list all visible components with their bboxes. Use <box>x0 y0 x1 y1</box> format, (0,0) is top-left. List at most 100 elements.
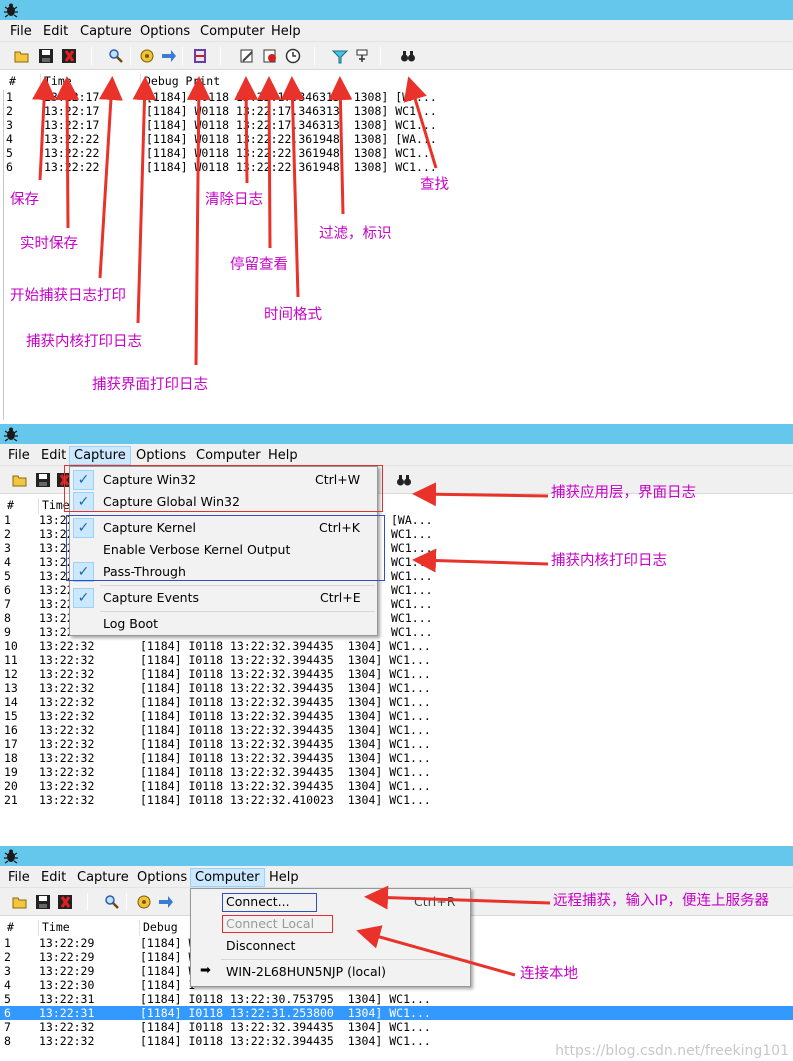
menu-bar: File Edit Capture Options Computer Help <box>0 20 793 42</box>
menu-computer[interactable]: Computer <box>191 446 266 465</box>
menu-bar: File Edit Capture Options Computer Help <box>0 444 793 466</box>
row-number: 2 <box>4 527 11 541</box>
menu-edit[interactable]: Edit <box>36 868 71 887</box>
log-row[interactable]: 4 13:22:22 [1184] W0118 13:22:22.361948 13… <box>0 132 793 146</box>
pause-view-icon[interactable] <box>262 48 278 64</box>
row-debug-text: WC1... <box>391 597 433 611</box>
log-row[interactable]: 20 13:22:32 [1184] I0118 13:22:32.394435 1… <box>0 779 793 793</box>
log-row[interactable]: 12 13:22:32 [1184] I0118 13:22:32.394435 1… <box>0 667 793 681</box>
capture-ui-icon[interactable] <box>192 48 208 64</box>
realtime-save-icon[interactable] <box>61 48 77 64</box>
menu-item-capture-events[interactable]: ✓ Capture Events Ctrl+E <box>70 587 377 609</box>
row-time: 13:22:17 <box>44 90 100 104</box>
col-num[interactable]: # <box>4 920 14 936</box>
menu-help[interactable]: Help <box>266 22 306 41</box>
log-row[interactable]: 21 13:22:32 [1184] I0118 13:22:32.410023 1… <box>0 793 793 807</box>
save-icon[interactable] <box>35 894 51 910</box>
log-list: 1 13:22:17 [1184] W0118 13:22:17.346313 13… <box>0 90 793 174</box>
log-row[interactable]: 7 13:22:32 [1184] I0118 13:22:32.394435 13… <box>0 1020 793 1034</box>
log-row[interactable]: 14 13:22:32 [1184] I0118 13:22:32.394435 1… <box>0 695 793 709</box>
log-row[interactable]: 17 13:22:32 [1184] I0118 13:22:32.394435 1… <box>0 737 793 751</box>
filter-icon[interactable] <box>332 48 348 64</box>
magnifier-icon[interactable] <box>108 48 124 64</box>
row-number: 4 <box>4 555 11 569</box>
row-debug-text: [1184] W0118 13:22:22.361948 1308] WC1..… <box>146 160 437 174</box>
menu-options[interactable]: Options <box>132 868 192 887</box>
row-debug-text: [1184] I0118 13:22:32.410023 1304] WC1..… <box>140 793 431 807</box>
arrow-right-icon[interactable] <box>158 894 174 910</box>
arrow-right-icon[interactable] <box>161 48 177 64</box>
menu-help[interactable]: Help <box>263 446 303 465</box>
log-row[interactable]: 15 13:22:32 [1184] I0118 13:22:32.394435 1… <box>0 709 793 723</box>
col-num[interactable]: # <box>6 74 16 90</box>
row-number: 14 <box>4 695 18 709</box>
log-row[interactable]: 1 13:22:17 [1184] W0118 13:22:17.346313 13… <box>0 90 793 104</box>
toolbar <box>0 42 793 70</box>
menu-file[interactable]: File <box>3 868 35 887</box>
row-number: 6 <box>6 160 13 174</box>
magnifier-icon[interactable] <box>104 894 120 910</box>
title-bar <box>0 846 793 866</box>
menu-options[interactable]: Options <box>131 446 191 465</box>
log-row[interactable]: 11 13:22:32 [1184] I0118 13:22:32.394435 1… <box>0 653 793 667</box>
menu-item-disconnect[interactable]: Disconnect <box>191 935 470 957</box>
log-row[interactable]: 2 13:22:17 [1184] W0118 13:22:17.346313 13… <box>0 104 793 118</box>
binoculars-icon[interactable] <box>396 472 412 488</box>
log-row[interactable]: 18 13:22:32 [1184] I0118 13:22:32.394435 1… <box>0 751 793 765</box>
row-number: 1 <box>6 90 13 104</box>
row-number: 13 <box>4 681 18 695</box>
open-folder-icon[interactable] <box>12 894 28 910</box>
menu-capture[interactable]: Capture <box>69 446 131 465</box>
menu-capture[interactable]: Capture <box>72 868 134 887</box>
save-icon[interactable] <box>35 472 51 488</box>
row-number: 3 <box>4 541 11 555</box>
log-row[interactable]: 10 13:22:32 [1184] I0118 13:22:32.394435 1… <box>0 639 793 653</box>
row-number: 8 <box>4 611 11 625</box>
row-debug-text: [1184] I0118 13:22:32.394435 1304] WC1..… <box>140 751 431 765</box>
log-row[interactable]: 19 13:22:32 [1184] I0118 13:22:32.394435 1… <box>0 765 793 779</box>
row-debug-text: [WA... <box>391 513 433 527</box>
clock-icon[interactable] <box>285 48 301 64</box>
log-row[interactable]: 5 13:22:22 [1184] W0118 13:22:22.361948 13… <box>0 146 793 160</box>
row-time: 13:22:29 <box>39 936 95 950</box>
menu-computer[interactable]: Computer <box>190 868 265 887</box>
col-time[interactable]: Time <box>38 920 70 936</box>
menu-capture[interactable]: Capture <box>75 22 137 41</box>
log-row[interactable]: 6 13:22:22 [1184] W0118 13:22:22.361948 13… <box>0 160 793 174</box>
realtime-save-icon[interactable] <box>57 894 73 910</box>
binoculars-icon[interactable] <box>400 48 416 64</box>
save-icon[interactable] <box>38 48 54 64</box>
row-debug-text: [1184] I0118 13:22:30.753795 1304] WC1..… <box>140 992 431 1006</box>
capture-kernel-icon[interactable] <box>136 894 152 910</box>
row-number: 10 <box>4 639 18 653</box>
row-number: 2 <box>4 950 11 964</box>
log-row[interactable]: 3 13:22:17 [1184] W0118 13:22:17.346313 13… <box>0 118 793 132</box>
open-folder-icon[interactable] <box>14 48 30 64</box>
menu-edit[interactable]: Edit <box>38 22 73 41</box>
col-num[interactable]: # <box>4 498 14 514</box>
row-number: 20 <box>4 779 18 793</box>
open-folder-icon[interactable] <box>12 472 28 488</box>
log-row[interactable]: 13 13:22:32 [1184] I0118 13:22:32.394435 1… <box>0 681 793 695</box>
bug-icon <box>4 849 18 864</box>
log-row[interactable]: 6 13:22:31 [1184] I0118 13:22:31.253800 13… <box>0 1006 793 1020</box>
menu-computer[interactable]: Computer <box>195 22 270 41</box>
highlight-icon[interactable] <box>354 48 370 64</box>
col-debug[interactable]: Debug Print <box>140 74 220 90</box>
capture-kernel-icon[interactable] <box>139 48 155 64</box>
annotation-filter-mark: 过滤，标识 <box>319 226 392 242</box>
menu-help[interactable]: Help <box>264 868 304 887</box>
menu-file[interactable]: File <box>5 22 37 41</box>
menu-item-log-boot[interactable]: Log Boot <box>70 613 377 635</box>
menu-file[interactable]: File <box>3 446 35 465</box>
clear-log-icon[interactable] <box>239 48 255 64</box>
row-debug-text: [1184] I0118 13:22:32.394435 1304] WC1..… <box>140 681 431 695</box>
menu-item-local-machine[interactable]: ➡ WIN-2L68HUN5NJP (local) <box>191 961 470 983</box>
col-time[interactable]: Time <box>40 74 72 90</box>
log-row[interactable]: 5 13:22:31 [1184] I0118 13:22:30.753795 13… <box>0 992 793 1006</box>
log-row[interactable]: 16 13:22:32 [1184] I0118 13:22:32.394435 1… <box>0 723 793 737</box>
menu-options[interactable]: Options <box>135 22 195 41</box>
menu-edit[interactable]: Edit <box>36 446 71 465</box>
row-time: 13:22:32 <box>39 793 95 807</box>
row-time: 13:22:32 <box>39 667 95 681</box>
